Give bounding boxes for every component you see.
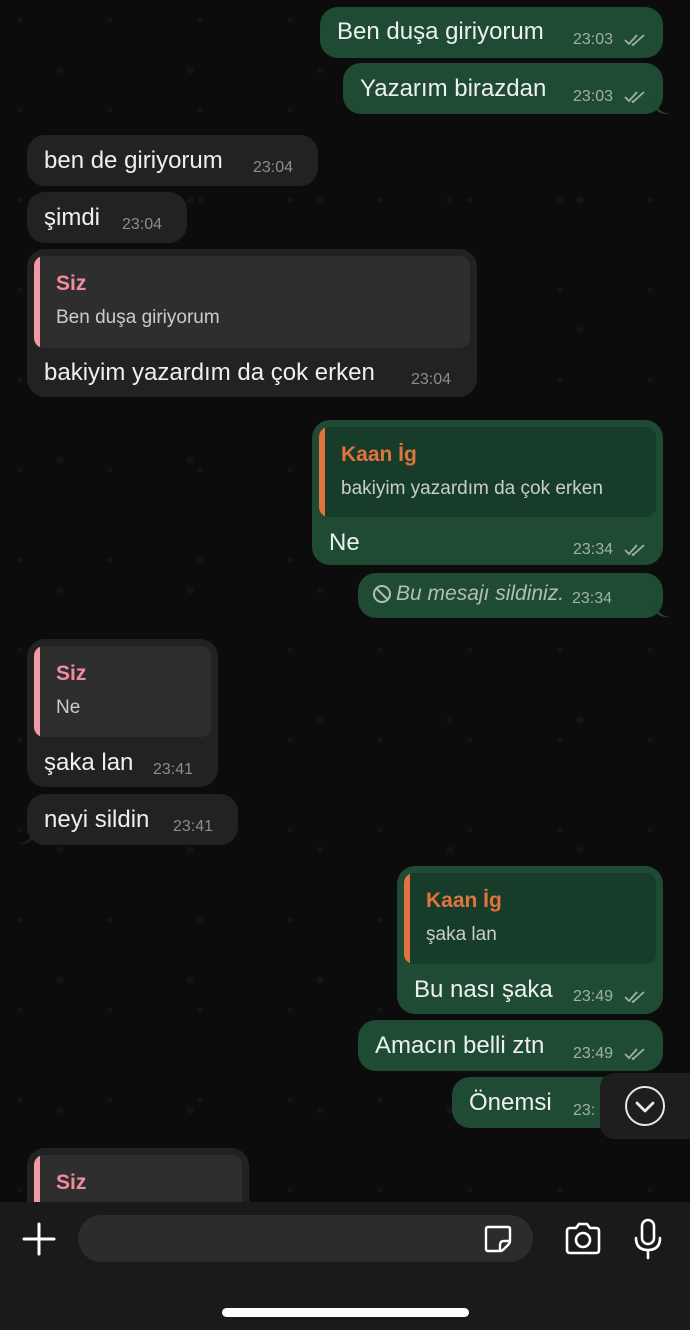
message-time: 23:34 (572, 590, 613, 607)
message-text: Ne (329, 529, 360, 556)
message-text: şaka lan (44, 749, 134, 776)
home-indicator (222, 1308, 469, 1317)
quote-text: Ben duşa giriyorum (56, 307, 220, 328)
quoted-message[interactable]: Siz Ben duşa giriyorum (34, 256, 470, 348)
read-ticks-icon (624, 1048, 645, 1061)
message-time: 23:04 (411, 371, 452, 388)
bubble-tail (17, 830, 33, 845)
deleted-message[interactable]: Bu mesajı sildiniz. 23:34 (358, 573, 663, 618)
outgoing-reply-message[interactable]: Kaan İg bakiyim yazardım da çok erken Ne… (312, 420, 663, 565)
read-ticks-icon (624, 34, 645, 47)
read-ticks-icon (624, 991, 645, 1004)
message-time: 23: (573, 1102, 596, 1119)
incoming-message[interactable]: neyi sildin 23:41 (27, 794, 238, 845)
message-time: 23:49 (573, 988, 614, 1005)
message-time: 23:41 (173, 818, 214, 835)
incoming-reply-message[interactable]: Siz (27, 1148, 249, 1202)
outgoing-reply-message[interactable]: Kaan İg şaka lan Bu nası şaka 23:49 (397, 866, 663, 1014)
message-text: ben de giriyorum (44, 147, 223, 174)
quoted-message[interactable]: Kaan İg şaka lan (404, 873, 656, 964)
message-text: şimdi (44, 204, 101, 231)
quote-sender: Siz (56, 662, 87, 685)
plus-icon[interactable] (22, 1222, 56, 1256)
incoming-message[interactable]: şimdi 23:04 (27, 192, 187, 243)
message-text: Amacın belli ztn (375, 1032, 545, 1059)
message-text: Yazarım birazdan (360, 75, 547, 102)
quote-text: bakiyim yazardım da çok erken (341, 478, 603, 499)
read-ticks-icon (624, 544, 645, 557)
bubble-tail (655, 603, 671, 618)
quoted-message[interactable]: Siz Ne (34, 646, 211, 737)
quote-text: şaka lan (426, 924, 497, 945)
quote-bar (34, 1155, 40, 1202)
message-time: 23:41 (153, 761, 194, 778)
outgoing-message[interactable]: Yazarım birazdan 23:03 (343, 63, 663, 114)
quote-sender: Kaan İg (426, 889, 502, 912)
message-text: Ben duşa giriyorum (337, 18, 544, 45)
message-time: 23:03 (573, 88, 614, 105)
message-text: Önemsi (469, 1089, 552, 1116)
message-time: 23:49 (573, 1045, 614, 1062)
chevron-down-icon (625, 1086, 665, 1126)
incoming-message[interactable]: ben de giriyorum 23:04 (27, 135, 318, 186)
quote-text: Ne (56, 697, 81, 718)
blocked-icon (373, 585, 391, 603)
outgoing-message[interactable]: Amacın belli ztn 23:49 (358, 1020, 663, 1071)
quote-sender: Siz (56, 272, 87, 295)
microphone-icon[interactable] (633, 1218, 663, 1260)
quote-bar (404, 873, 410, 964)
deleted-message-text: Bu mesajı sildiniz. (396, 582, 565, 605)
message-input[interactable] (78, 1215, 533, 1262)
sticker-icon[interactable] (482, 1223, 514, 1255)
incoming-reply-message[interactable]: Siz Ne şaka lan 23:41 (27, 639, 218, 787)
message-time: 23:04 (253, 159, 294, 176)
message-time: 23:34 (573, 541, 614, 558)
message-text: Bu nası şaka (414, 976, 553, 1003)
quote-bar (34, 646, 40, 737)
outgoing-message[interactable]: Ben duşa giriyorum 23:03 (320, 7, 663, 58)
camera-icon[interactable] (563, 1222, 603, 1256)
quote-bar (319, 427, 325, 517)
quote-sender: Kaan İg (341, 443, 417, 466)
message-time: 23:04 (122, 216, 163, 233)
bubble-tail (655, 100, 671, 115)
message-text: bakiyim yazardım da çok erken (44, 359, 375, 386)
chat-background[interactable]: Ben duşa giriyorum 23:03 Yazarım birazda… (0, 0, 690, 1202)
incoming-reply-message[interactable]: Siz Ben duşa giriyorum bakiyim yazardım … (27, 249, 477, 397)
scroll-to-bottom-button[interactable] (600, 1073, 690, 1139)
read-ticks-icon (624, 91, 645, 104)
quote-sender: Siz (56, 1171, 87, 1194)
composer-bar (0, 1202, 690, 1330)
message-time: 23:03 (573, 31, 614, 48)
quote-bar (34, 256, 40, 348)
message-text: neyi sildin (44, 806, 150, 833)
quoted-message[interactable]: Kaan İg bakiyim yazardım da çok erken (319, 427, 656, 517)
quoted-message[interactable]: Siz (34, 1155, 242, 1202)
